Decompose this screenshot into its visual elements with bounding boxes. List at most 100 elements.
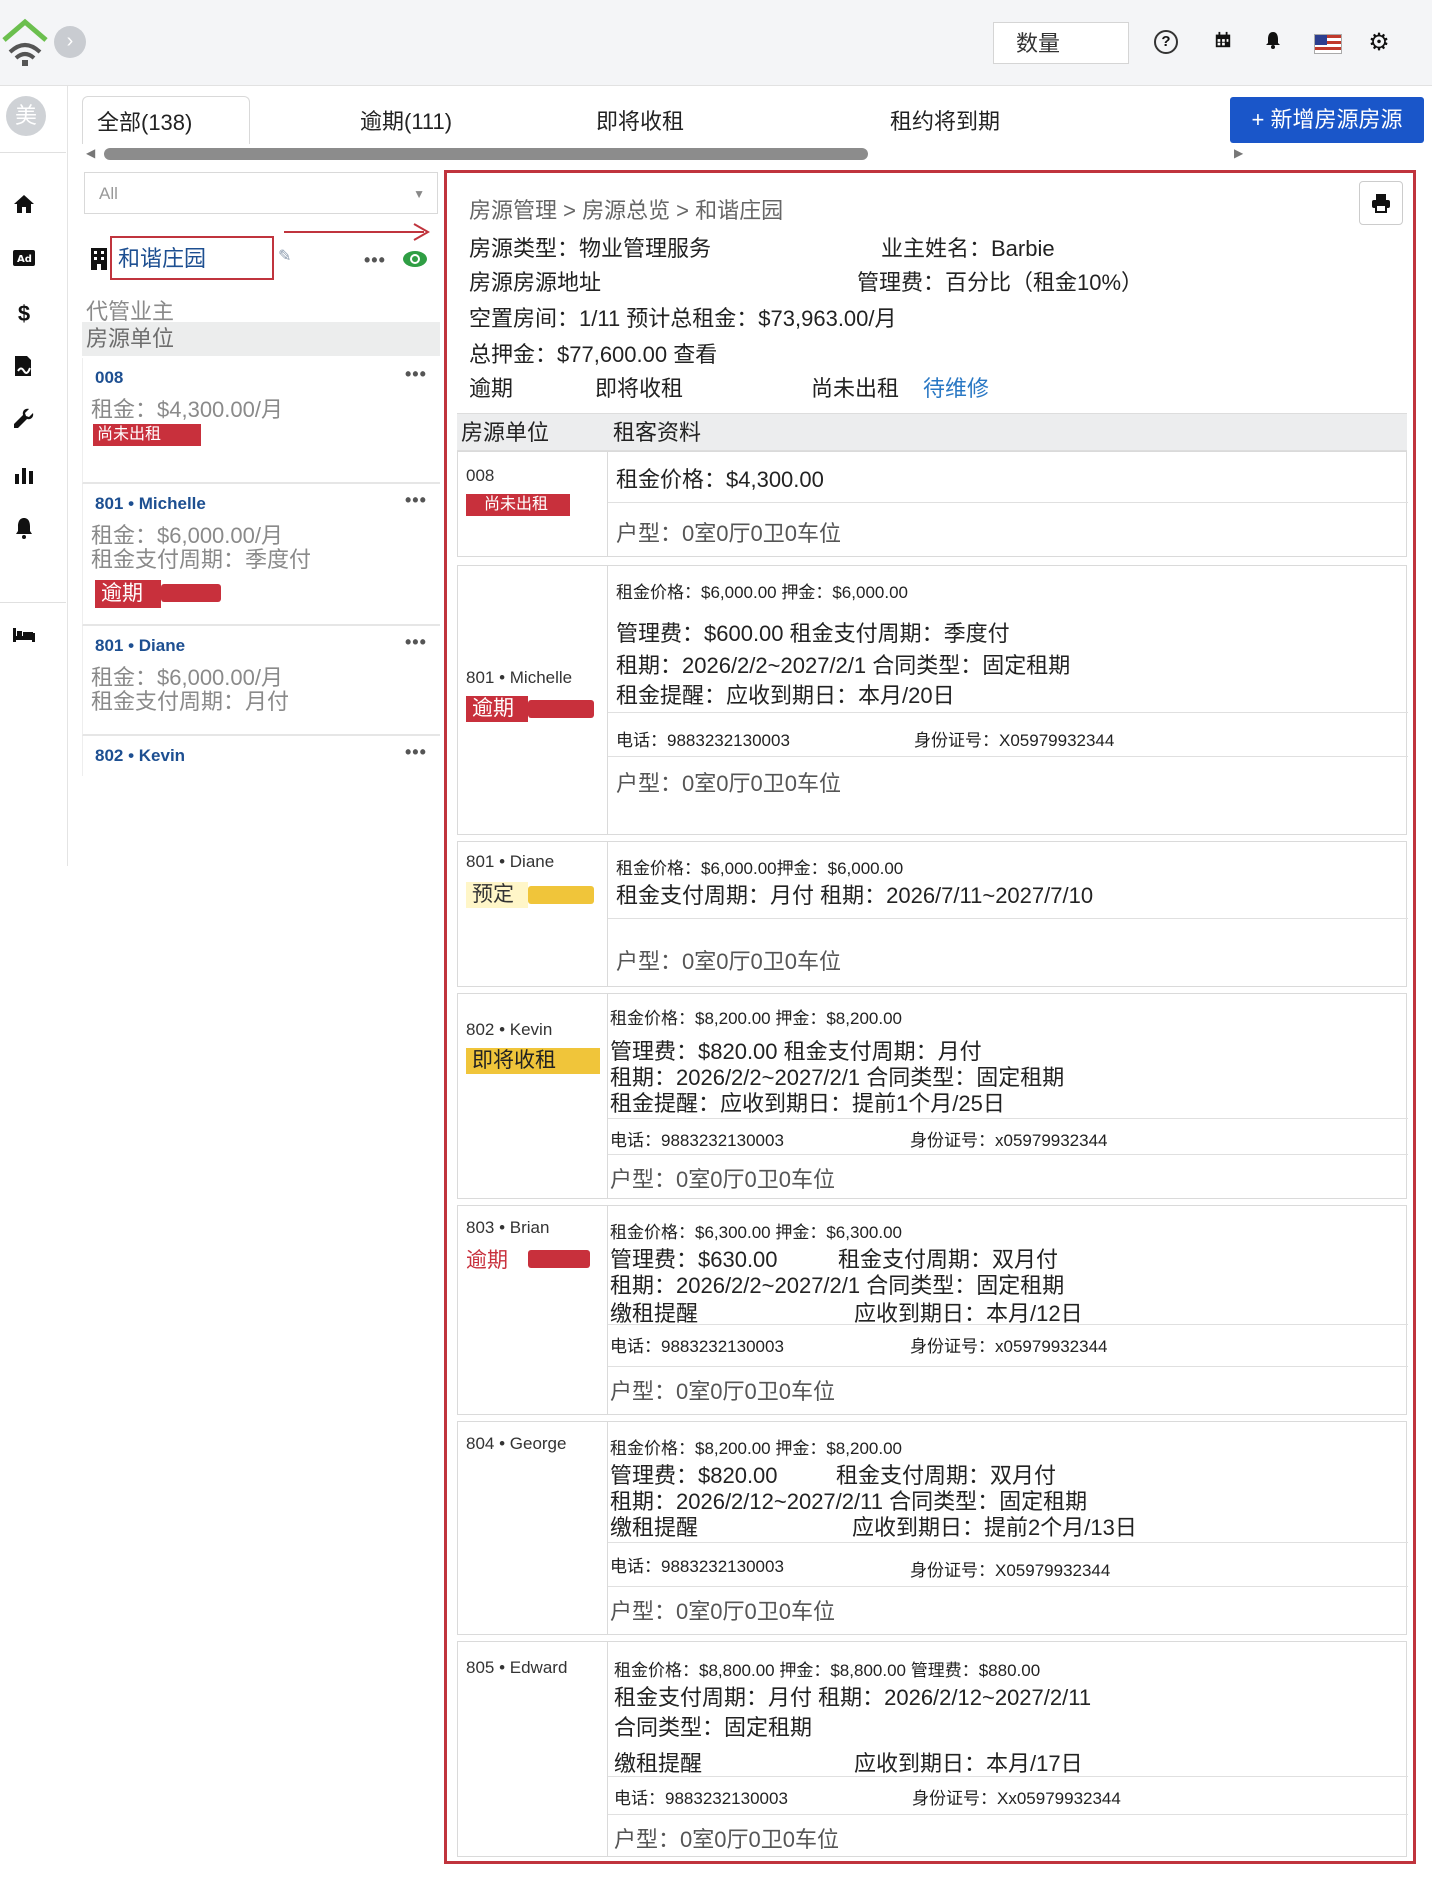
id-number: 身份证号：Xx05979932344 bbox=[912, 1789, 1121, 1808]
status-bar bbox=[528, 1250, 590, 1268]
horizontal-scrollbar[interactable] bbox=[104, 148, 868, 160]
filter-overdue[interactable]: 逾期 bbox=[469, 371, 513, 403]
gear-icon[interactable]: ⚙ bbox=[1366, 30, 1392, 56]
bed-icon[interactable] bbox=[10, 622, 38, 650]
table-row[interactable]: 801 • Michelle 逾期 租金价格：$6,000.00 押金：$6,0… bbox=[457, 565, 1408, 835]
print-button[interactable] bbox=[1359, 181, 1403, 225]
bell-icon[interactable] bbox=[10, 516, 38, 544]
unit-title[interactable]: 801 • Michelle bbox=[95, 494, 206, 514]
more-options-icon[interactable]: ••• bbox=[364, 250, 386, 271]
id-number: 身份证号：x05979932344 bbox=[910, 1131, 1108, 1150]
rent-and-deposit: 租金价格：$6,300.00 押金：$6,300.00 bbox=[610, 1223, 902, 1242]
more-options-icon[interactable]: ••• bbox=[405, 632, 427, 653]
filter-vacant[interactable]: 尚未出租 bbox=[811, 371, 899, 403]
scroll-right-arrow-icon[interactable]: ▶ bbox=[1234, 146, 1243, 160]
lease-term: 租期：2026/2/2~2027/2/1 合同类型：固定租期 bbox=[616, 653, 1071, 678]
tab-due-soon[interactable]: 即将收租 bbox=[596, 96, 684, 144]
property-detail-panel: 房源管理 > 房源总览 > 和谐庄园 房源类型：物业管理服务 业主姓名：Barb… bbox=[444, 170, 1416, 1864]
row-divider bbox=[608, 1776, 1408, 1777]
bar-chart-icon[interactable] bbox=[10, 462, 38, 490]
more-options-icon[interactable]: ••• bbox=[405, 364, 427, 385]
phone: 电话：9883232130003 bbox=[610, 1557, 784, 1576]
phone: 电话：9883232130003 bbox=[616, 731, 790, 750]
table-row[interactable]: 008 尚未出租 租金价格：$4,300.00 户型：0室0厅0卫0车位 bbox=[457, 451, 1408, 557]
status-badge: 逾期 bbox=[466, 1249, 508, 1272]
due-date: 应收到期日：提前2个月/13日 bbox=[852, 1515, 1137, 1540]
status-badge: 预定 bbox=[466, 882, 528, 908]
property-type: 房源类型：物业管理服务 bbox=[469, 236, 712, 261]
chevron-down-icon: ▼ bbox=[413, 187, 425, 201]
tab-lease-expiring[interactable]: 租约将到期 bbox=[890, 96, 1000, 144]
rent-price: 租金价格：$4,300.00 bbox=[616, 467, 824, 492]
quantity-selector[interactable]: 数量 bbox=[993, 22, 1129, 64]
list-item[interactable]: 801 • Michelle ••• 租金：$6,000.00/月 租金支付周期… bbox=[82, 484, 440, 626]
unit-label: 805 • Edward bbox=[466, 1658, 568, 1677]
unit-title[interactable]: 802 • Kevin bbox=[95, 746, 185, 766]
table-row[interactable]: 805 • Edward 租金价格：$8,800.00 押金：$8,800.00… bbox=[457, 1641, 1408, 1857]
more-options-icon[interactable]: ••• bbox=[405, 490, 427, 511]
scroll-left-arrow-icon[interactable]: ◀ bbox=[86, 146, 95, 160]
tab-overdue[interactable]: 逾期(111) bbox=[360, 96, 452, 144]
add-property-button[interactable]: + 新增房源房源 bbox=[1230, 97, 1424, 143]
unit-label: 804 • George bbox=[466, 1434, 567, 1453]
table-row[interactable]: 803 • Brian 逾期 租金价格：$6,300.00 押金：$6,300.… bbox=[457, 1205, 1408, 1415]
home-icon[interactable] bbox=[10, 192, 38, 220]
eye-icon[interactable] bbox=[402, 250, 428, 268]
dollar-icon[interactable]: $ bbox=[10, 300, 38, 328]
us-flag-icon[interactable] bbox=[1314, 34, 1342, 54]
help-icon[interactable]: ? bbox=[1154, 30, 1178, 54]
avatar[interactable]: 美 bbox=[6, 96, 46, 136]
collapse-sidebar-button[interactable]: › bbox=[54, 26, 86, 58]
unit-layout: 户型：0室0厅0卫0车位 bbox=[616, 521, 841, 546]
svg-text:Ad: Ad bbox=[17, 254, 32, 265]
unit-layout: 户型：0室0厅0卫0车位 bbox=[610, 1599, 835, 1624]
status-badge: 即将收租 bbox=[466, 1048, 600, 1074]
unit-cell: 801 • Michelle 逾期 bbox=[458, 566, 608, 834]
status-badge: 尚未出租 bbox=[93, 424, 201, 446]
table-row[interactable]: 802 • Kevin 即将收租 租金价格：$8,200.00 押金：$8,20… bbox=[457, 993, 1408, 1199]
edit-icon[interactable]: ✎ bbox=[278, 246, 296, 265]
row-divider bbox=[608, 1118, 1408, 1119]
fee-and-cycle: 管理费：$600.00 租金支付周期：季度付 bbox=[616, 621, 1010, 646]
top-bar: › 数量 ? ⚙ bbox=[0, 0, 1432, 86]
unit-cell: 804 • George bbox=[458, 1422, 608, 1634]
breadcrumb[interactable]: 房源管理 > 房源总览 > 和谐庄园 bbox=[469, 193, 783, 225]
property-name[interactable]: 和谐庄园 bbox=[110, 236, 274, 280]
list-item[interactable]: 801 • Diane ••• 租金：$6,000.00/月 租金支付周期：月付 bbox=[82, 626, 440, 736]
owner-name: 业主姓名：Barbie bbox=[881, 236, 1055, 261]
wrench-icon[interactable] bbox=[10, 408, 38, 436]
status-badge: 逾期 bbox=[466, 696, 528, 722]
rent-reminder: 租金提醒：应收到期日：提前1个月/25日 bbox=[610, 1091, 1005, 1116]
unit-rent: 租金：$4,300.00/月 bbox=[91, 397, 283, 422]
cycle-and-term: 租金支付周期：月付 租期：2026/2/12~2027/2/11 bbox=[614, 1685, 1092, 1710]
table-row[interactable]: 801 • Diane 预定 租金价格：$6,000.00押金：$6,000.0… bbox=[457, 841, 1408, 987]
notification-bell-icon[interactable] bbox=[1260, 30, 1286, 56]
calendar-icon[interactable] bbox=[1210, 30, 1236, 56]
column-header-unit: 房源单位 bbox=[461, 420, 550, 445]
filter-due-soon[interactable]: 即将收租 bbox=[595, 371, 683, 403]
app-logo-icon[interactable] bbox=[2, 18, 48, 66]
phone: 电话：9883232130003 bbox=[614, 1789, 788, 1808]
sidebar-divider bbox=[0, 602, 66, 603]
unit-filter-select[interactable]: All ▼ bbox=[84, 172, 438, 214]
row-divider bbox=[608, 918, 1408, 919]
unit-title[interactable]: 008 bbox=[95, 368, 123, 388]
total-deposit[interactable]: 总押金：$77,600.00 查看 bbox=[469, 337, 717, 369]
list-item[interactable]: 802 • Kevin ••• bbox=[82, 736, 440, 776]
more-options-icon[interactable]: ••• bbox=[405, 742, 427, 763]
filter-pending-repair[interactable]: 待维修 bbox=[923, 371, 989, 403]
rent-deposit-fee: 租金价格：$8,800.00 押金：$8,800.00 管理费：$880.00 bbox=[614, 1661, 1041, 1680]
ad-icon[interactable]: Ad bbox=[10, 246, 38, 274]
unit-layout: 户型：0室0厅0卫0车位 bbox=[610, 1167, 835, 1192]
table-header: 房源单位 租客资料 bbox=[457, 413, 1407, 451]
status-bar bbox=[161, 584, 221, 602]
row-divider bbox=[608, 1586, 1408, 1587]
tab-all[interactable]: 全部(138) bbox=[82, 96, 250, 144]
rent-reminder-label: 缴租提醒 bbox=[614, 1751, 703, 1776]
row-divider bbox=[608, 1814, 1408, 1815]
list-item[interactable]: 008 ••• 租金：$4,300.00/月 尚未出租 bbox=[82, 358, 440, 484]
unit-title[interactable]: 801 • Diane bbox=[95, 636, 185, 656]
rent-reminder-label: 缴租提醒 bbox=[610, 1515, 699, 1540]
signature-icon[interactable] bbox=[10, 354, 38, 382]
table-row[interactable]: 804 • George 租金价格：$8,200.00 押金：$8,200.00… bbox=[457, 1421, 1408, 1635]
